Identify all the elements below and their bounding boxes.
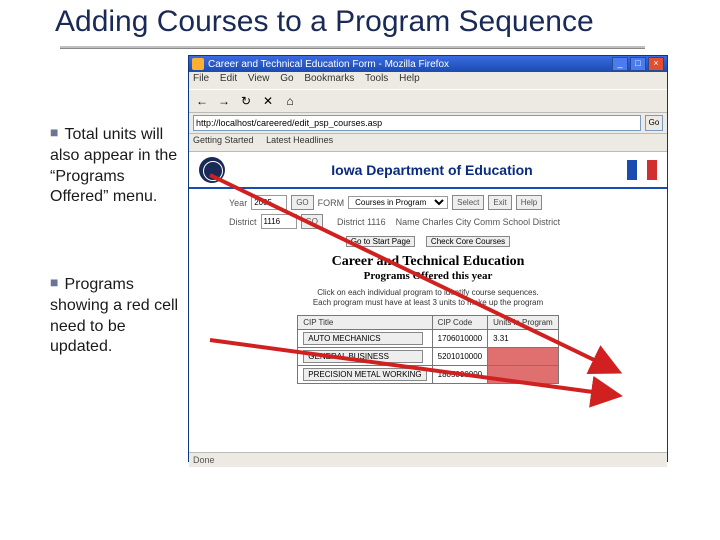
state-seal-icon (199, 157, 225, 183)
window-title: Career and Technical Education Form - Mo… (208, 59, 449, 70)
form-row-2: District GO District 1116 Name Charles C… (229, 214, 627, 229)
page-content: Iowa Department of Education Year GO FOR… (189, 152, 667, 452)
menu-go[interactable]: Go (280, 73, 293, 84)
table-header-row: CIP Title CIP Code Units in Program (298, 315, 558, 329)
forward-icon[interactable]: → (215, 92, 233, 110)
close-button[interactable]: × (648, 57, 664, 71)
year-label: Year (229, 198, 247, 208)
col-cip-title: CIP Title (298, 315, 432, 329)
program-button[interactable]: PRECISION METAL WORKING (303, 368, 426, 381)
cip-code-cell: 5201010000 (432, 347, 488, 365)
table-row: PRECISION METAL WORKING 1805000000 (298, 365, 558, 383)
go-button[interactable]: Go (645, 115, 663, 131)
menu-tools[interactable]: Tools (365, 73, 388, 84)
check-core-button[interactable]: Check Core Courses (426, 236, 510, 247)
home-icon[interactable]: ⌂ (281, 92, 299, 110)
cip-code-cell: 1706010000 (432, 329, 488, 347)
bookmark-getting-started[interactable]: Getting Started (193, 135, 254, 145)
window-titlebar: Career and Technical Education Form - Mo… (189, 56, 667, 72)
district-input[interactable] (261, 214, 297, 229)
bullet-1: ■Total units will also appear in the “Pr… (50, 125, 185, 208)
table-row: GENERAL BUSINESS 5201010000 (298, 347, 558, 365)
cte-subtitle: Programs Offered this year (229, 270, 627, 282)
bookmarks-toolbar: Getting Started Latest Headlines (189, 134, 667, 152)
units-cell-red (488, 365, 559, 383)
nav-toolbar: ← → ↻ ✕ ⌂ (189, 89, 667, 113)
status-bar: Done (189, 452, 667, 467)
instructions: Click on each individual program to iden… (229, 288, 627, 309)
maximize-button[interactable]: □ (630, 57, 646, 71)
programs-table: CIP Title CIP Code Units in Program AUTO… (297, 315, 558, 384)
instructions-line-2: Each program must have at least 3 units … (313, 298, 543, 307)
col-units: Units in Program (488, 315, 559, 329)
table-row: AUTO MECHANICS 1706010000 3.31 (298, 329, 558, 347)
year-input[interactable] (251, 195, 287, 210)
bullet-2: ■Programs showing a red cell need to be … (50, 275, 190, 358)
menubar: File Edit View Go Bookmarks Tools Help (189, 72, 667, 89)
program-button[interactable]: AUTO MECHANICS (303, 332, 423, 345)
go-district-button[interactable]: GO (301, 214, 323, 229)
select-button[interactable]: Select (452, 195, 484, 210)
units-cell-red (488, 347, 559, 365)
bullet-1-text: Total units will also appear in the “Pro… (50, 126, 177, 205)
bullet-icon: ■ (50, 274, 58, 290)
bullet-icon: ■ (50, 124, 58, 140)
menu-bookmarks[interactable]: Bookmarks (304, 73, 354, 84)
cip-code-cell: 1805000000 (432, 365, 488, 383)
units-cell: 3.31 (488, 329, 559, 347)
exit-button[interactable]: Exit (488, 195, 511, 210)
address-bar: Go (189, 113, 667, 134)
menu-help[interactable]: Help (399, 73, 420, 84)
goto-row: Go to Start Page Check Core Courses (229, 235, 627, 248)
goto-start-button[interactable]: Go to Start Page (346, 236, 416, 247)
browser-window: Career and Technical Education Form - Mo… (188, 55, 668, 462)
bullet-2-text: Programs showing a red cell need to be u… (50, 276, 178, 355)
form-row-1: Year GO FORM Courses in Program Select E… (229, 195, 627, 210)
district-label: District (229, 217, 257, 227)
instructions-line-1: Click on each individual program to iden… (317, 288, 538, 297)
stop-icon[interactable]: ✕ (259, 92, 277, 110)
program-button[interactable]: GENERAL BUSINESS (303, 350, 423, 363)
title-underline (60, 44, 645, 49)
bookmark-latest-headlines[interactable]: Latest Headlines (266, 135, 333, 145)
reload-icon[interactable]: ↻ (237, 92, 255, 110)
go-year-button[interactable]: GO (291, 195, 313, 210)
department-title: Iowa Department of Education (237, 162, 627, 178)
menu-file[interactable]: File (193, 73, 209, 84)
menu-edit[interactable]: Edit (220, 73, 237, 84)
url-input[interactable] (193, 115, 641, 131)
district-name: Name Charles City Comm School District (396, 217, 561, 227)
slide-title: Adding Courses to a Program Sequence (55, 5, 594, 39)
cte-title: Career and Technical Education (229, 254, 627, 270)
back-icon[interactable]: ← (193, 92, 211, 110)
help-button[interactable]: Help (516, 195, 542, 210)
col-cip-code: CIP Code (432, 315, 488, 329)
minimize-button[interactable]: _ (612, 57, 628, 71)
firefox-icon (192, 58, 204, 70)
iowa-flag-icon (627, 160, 657, 180)
menu-view[interactable]: View (248, 73, 270, 84)
form-label: FORM (318, 198, 345, 208)
district-number: District 1116 (337, 217, 386, 227)
page-header: Iowa Department of Education (189, 152, 667, 189)
form-select[interactable]: Courses in Program (348, 196, 448, 209)
